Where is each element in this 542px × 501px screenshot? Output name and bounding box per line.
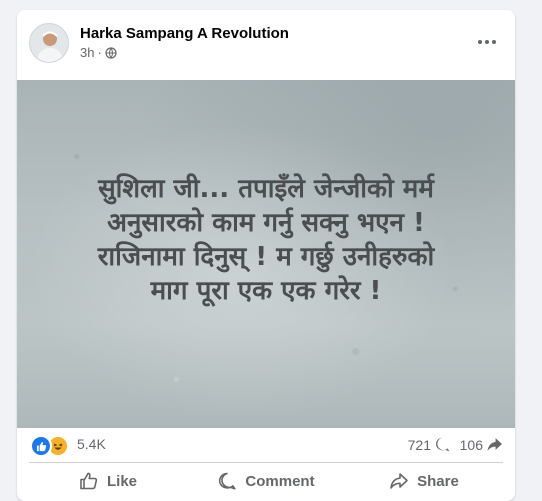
- comment-count-label: 721: [407, 436, 431, 453]
- quote-line: अनुसारको काम गर्नु सक्नु भएन !: [107, 208, 425, 238]
- post-stats: 5.4K 721 106: [17, 428, 515, 458]
- comment-bubble-icon: [436, 437, 450, 452]
- reaction-icons[interactable]: [30, 435, 69, 457]
- post-image[interactable]: सुशिला जी... तपाइँले जेन्जीको मर्म अनुसा…: [17, 80, 515, 428]
- thumbs-up-icon: [80, 472, 98, 490]
- more-options-button[interactable]: [473, 32, 501, 52]
- quote-line: सुशिला जी... तपाइँले जेन्जीको मर्म: [98, 174, 434, 204]
- share-count-label: 106: [459, 436, 483, 453]
- comment-button[interactable]: Comment: [187, 465, 345, 497]
- quote-line: राजिनामा दिनुस् ! म गर्छु उनीहरुको: [97, 242, 435, 272]
- more-dot-icon: [478, 40, 482, 44]
- comment-icon: [219, 472, 237, 490]
- reaction-count[interactable]: 5.4K: [77, 436, 106, 452]
- like-label: Like: [106, 472, 137, 490]
- share-icon: [390, 473, 408, 489]
- post-actions: Like Comment Share: [29, 465, 503, 497]
- more-dot-icon: [492, 40, 496, 44]
- post-meta: 3h ·: [80, 45, 117, 60]
- meta-separator: ·: [97, 45, 102, 60]
- post-card: Harka Sampang A Revolution 3h · सुशिला ज…: [17, 10, 515, 501]
- like-icon: [30, 435, 52, 457]
- post-header: Harka Sampang A Revolution 3h ·: [17, 10, 515, 80]
- like-button[interactable]: Like: [29, 465, 187, 497]
- quote-line: माग पूरा एक एक गरेर !: [150, 276, 382, 306]
- globe-icon[interactable]: [105, 46, 117, 59]
- author-avatar[interactable]: [29, 23, 69, 63]
- avatar-image: [30, 24, 68, 62]
- quote-text: सुशिला जी... तपाइँले जेन्जीको मर्म अनुसा…: [17, 172, 515, 308]
- comment-count[interactable]: 721: [408, 436, 451, 453]
- share-count[interactable]: 106: [460, 436, 503, 453]
- share-button[interactable]: Share: [345, 465, 503, 497]
- share-label: Share: [417, 472, 459, 490]
- actions-divider: [29, 462, 503, 463]
- author-name[interactable]: Harka Sampang A Revolution: [80, 25, 289, 42]
- comment-label: Comment: [245, 472, 315, 490]
- share-arrow-icon: [487, 438, 502, 451]
- post-time[interactable]: 3h: [80, 45, 94, 60]
- more-dot-icon: [485, 40, 489, 44]
